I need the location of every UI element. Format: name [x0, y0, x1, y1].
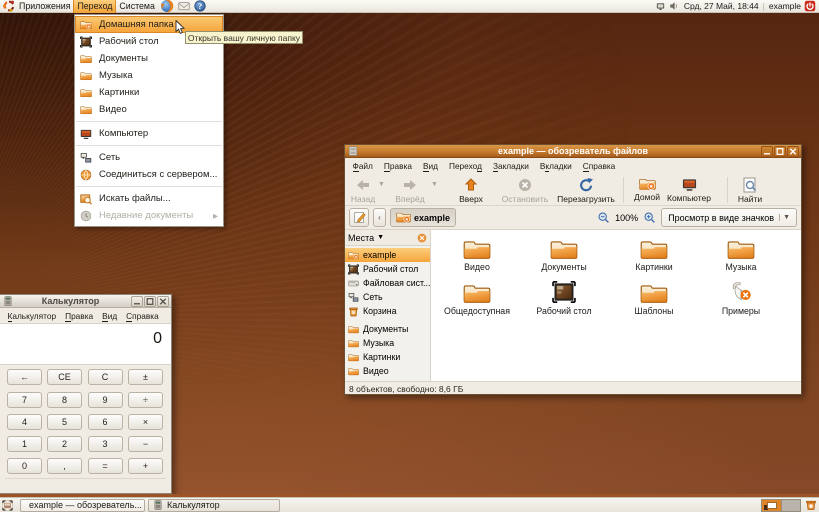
svg-text:?: ? [198, 2, 202, 11]
